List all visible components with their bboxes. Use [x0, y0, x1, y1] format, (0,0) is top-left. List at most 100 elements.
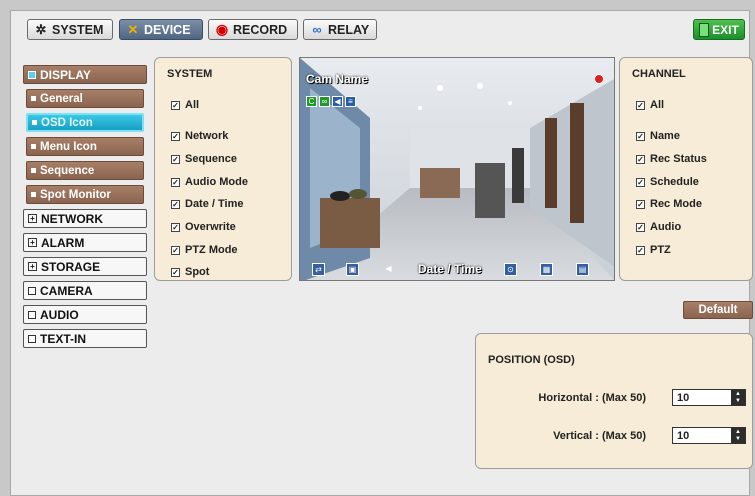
square-icon: [28, 334, 36, 343]
exit-button[interactable]: EXIT: [693, 19, 745, 40]
system-checkbox-network[interactable]: ✓ Network: [171, 130, 228, 142]
sidebar-item-display[interactable]: DISPLAY: [23, 65, 147, 84]
system-checkbox-ptz-mode[interactable]: ✓ PTZ Mode: [171, 244, 238, 256]
checkbox-checked-icon: ✓: [636, 199, 645, 209]
date-time-overlay: Date / Time: [418, 262, 482, 276]
square-icon: [28, 286, 36, 295]
checkbox-label: Rec Status: [650, 153, 707, 165]
channel-checkbox-name[interactable]: ✓ Name: [636, 130, 680, 142]
system-panel-title: SYSTEM: [167, 68, 213, 80]
bullet-icon: [31, 144, 36, 149]
tab-relay-label: RELAY: [328, 22, 370, 37]
channel-checkbox-ptz[interactable]: ✓ PTZ: [636, 244, 671, 256]
checkbox-label: Rec Mode: [650, 198, 702, 210]
tab-system[interactable]: ✲ SYSTEM: [27, 19, 113, 40]
overwrite-icon: ⊙: [504, 263, 517, 276]
sidebar-item-osd-icon[interactable]: OSD Icon: [26, 113, 144, 132]
bullet-icon: [31, 192, 36, 197]
channel-checkbox-rec-mode[interactable]: ✓ Rec Mode: [636, 198, 702, 210]
system-checkbox-spot[interactable]: ✓ Spot: [171, 266, 209, 278]
sidebar-item-general[interactable]: General: [26, 89, 144, 108]
gear-icon: ✲: [35, 21, 47, 37]
channel-checkbox-audio[interactable]: ✓ Audio: [636, 221, 681, 233]
sidebar-item-menu-icon[interactable]: Menu Icon: [26, 137, 144, 156]
checkbox-label: Spot: [185, 266, 210, 278]
sidebar-item-label: STORAGE: [41, 259, 101, 274]
checkbox-label: Schedule: [650, 176, 699, 188]
channel-checkbox-all[interactable]: ✓ All: [636, 99, 664, 111]
sidebar-item-sequence[interactable]: Sequence: [26, 161, 144, 180]
system-checkbox-date-time[interactable]: ✓ Date / Time: [171, 198, 244, 210]
system-checkbox-audio-mode[interactable]: ✓ Audio Mode: [171, 176, 248, 188]
sidebar-item-label: TEXT-IN: [40, 331, 87, 346]
vertical-stepper[interactable]: 10 ▲ ▼: [672, 427, 746, 444]
checkbox-label: PTZ: [650, 244, 671, 256]
checkbox-label: Audio: [650, 221, 682, 233]
sidebar-item-text-in[interactable]: TEXT-IN: [23, 329, 147, 348]
sidebar-item-label: OSD Icon: [41, 116, 93, 129]
tab-device[interactable]: ✕ DEVICE: [119, 19, 203, 40]
sidebar-item-label: Spot Monitor: [40, 188, 111, 201]
network-icon: ⇄: [312, 263, 325, 276]
checkbox-checked-icon: ✓: [171, 222, 180, 232]
bullet-icon: [31, 96, 36, 101]
checkbox-checked-icon: ✓: [636, 177, 645, 187]
tab-record[interactable]: ◉ RECORD: [208, 19, 298, 40]
sidebar-item-label: CAMERA: [40, 283, 93, 298]
checkbox-checked-icon: ✓: [171, 267, 180, 277]
sidebar: DISPLAY General OSD Icon Menu Icon Seque…: [23, 65, 147, 353]
horizontal-value: 10: [677, 391, 690, 404]
sidebar-item-network[interactable]: + NETWORK: [23, 209, 147, 228]
sidebar-item-audio[interactable]: AUDIO: [23, 305, 147, 324]
checkbox-label: All: [185, 99, 200, 111]
bullet-icon: [32, 120, 37, 125]
speaker-icon: ◀: [385, 264, 392, 273]
expanded-marker-icon: [28, 70, 36, 79]
cam-name-overlay: Cam Name: [306, 72, 369, 86]
sidebar-item-spot-monitor[interactable]: Spot Monitor: [26, 185, 144, 204]
checkbox-checked-icon: ✓: [171, 245, 180, 255]
sidebar-item-camera[interactable]: CAMERA: [23, 281, 147, 300]
tools-icon: ✕: [127, 21, 139, 37]
sidebar-item-label: AUDIO: [40, 307, 79, 322]
system-checkbox-overwrite[interactable]: ✓ Overwrite: [171, 221, 236, 233]
top-tab-bar: ✲ SYSTEM ✕ DEVICE ◉ RECORD ∞ RELAY EXIT: [11, 11, 749, 51]
tab-device-label: DEVICE: [144, 22, 191, 37]
plus-box-icon: +: [28, 238, 37, 247]
sidebar-item-alarm[interactable]: + ALARM: [23, 233, 147, 252]
sidebar-item-label: General: [40, 92, 83, 105]
tab-system-label: SYSTEM: [52, 22, 104, 37]
osd-preview: Cam Name C ∞ ◀ ≡ ⇄ ▣ ◀ Date / Time ⊙ ▦ ▤: [299, 57, 615, 281]
sidebar-item-label: ALARM: [41, 235, 85, 250]
checkbox-checked-icon: ✓: [636, 131, 645, 141]
square-icon: [28, 310, 36, 319]
checkbox-checked-icon: ✓: [636, 100, 645, 110]
record-icon: ◉: [215, 21, 229, 37]
position-panel: POSITION (OSD) Horizontal : (Max 50) 10 …: [475, 333, 753, 469]
spot-icon: ▤: [576, 263, 589, 276]
exit-label: EXIT: [712, 22, 739, 37]
plus-box-icon: +: [28, 214, 37, 223]
sequence-icon: ▣: [346, 263, 359, 276]
checkbox-checked-icon: ✓: [171, 199, 180, 209]
checkbox-label: Sequence: [185, 153, 237, 165]
continuous-record-icon: C: [306, 96, 317, 107]
spin-arrows-icon[interactable]: ▲ ▼: [731, 428, 745, 443]
checkbox-checked-icon: ✓: [171, 100, 180, 110]
schedule-icon: ≡: [345, 96, 356, 107]
horizontal-stepper[interactable]: 10 ▲ ▼: [672, 389, 746, 406]
sidebar-item-storage[interactable]: + STORAGE: [23, 257, 147, 276]
channel-checkbox-rec-status[interactable]: ✓ Rec Status: [636, 153, 707, 165]
store-interior-image: [300, 58, 614, 280]
checkbox-label: Network: [185, 130, 229, 142]
tab-record-label: RECORD: [233, 22, 288, 37]
vertical-label: Vertical : (Max 50): [553, 430, 646, 442]
spin-arrows-icon[interactable]: ▲ ▼: [731, 390, 745, 405]
channel-checkbox-schedule[interactable]: ✓ Schedule: [636, 176, 699, 188]
checkbox-checked-icon: ✓: [171, 131, 180, 141]
system-checkbox-all[interactable]: ✓ All: [171, 99, 199, 111]
system-checkbox-sequence[interactable]: ✓ Sequence: [171, 153, 237, 165]
default-button[interactable]: Default: [683, 301, 753, 319]
tab-relay[interactable]: ∞ RELAY: [303, 19, 377, 40]
checkbox-label: PTZ Mode: [185, 244, 238, 256]
